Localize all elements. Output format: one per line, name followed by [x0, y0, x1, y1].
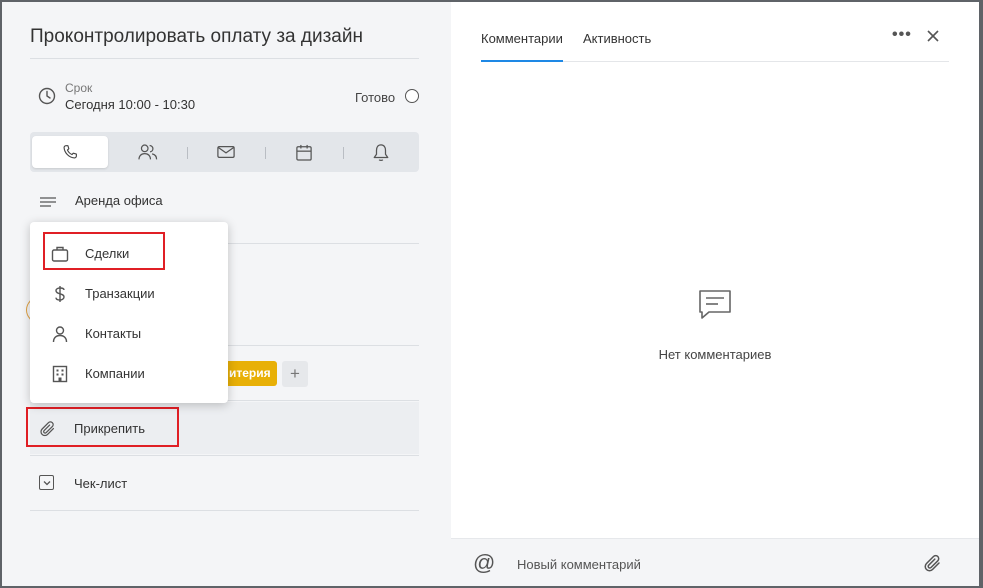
menu-item-label: Компании	[85, 366, 145, 381]
done-label: Готово	[355, 90, 396, 105]
phone-icon	[63, 145, 77, 159]
person-icon	[52, 326, 68, 343]
type-tab-reminder[interactable]	[344, 136, 417, 168]
text-lines-icon	[40, 197, 56, 207]
mention-icon[interactable]: @	[473, 550, 495, 576]
menu-item-label: Контакты	[85, 326, 142, 341]
comments-panel: Комментарии Активность ••• Нет комментар…	[451, 2, 979, 586]
calendar-icon	[296, 144, 312, 161]
divider	[30, 455, 419, 456]
type-tab-email[interactable]	[188, 136, 264, 168]
tab-comments[interactable]: Комментарии	[481, 31, 563, 46]
highlight-box	[43, 232, 165, 270]
menu-item-contacts[interactable]: Контакты	[30, 314, 228, 354]
task-title[interactable]: Проконтролировать оплату за дизайн	[30, 26, 363, 48]
empty-state-text: Нет комментариев	[658, 347, 772, 362]
task-type-selector	[30, 132, 419, 172]
bell-icon	[373, 143, 388, 161]
people-icon	[138, 144, 158, 160]
type-tab-meeting[interactable]	[110, 136, 186, 168]
tab-activity[interactable]: Активность	[583, 31, 651, 46]
menu-item-transactions[interactable]: Транзакции	[30, 274, 228, 314]
divider	[30, 510, 419, 511]
task-details-panel: Проконтролировать оплату за дизайн Срок …	[2, 2, 451, 586]
building-icon	[52, 365, 68, 383]
due-value[interactable]: Сегодня 10:00 - 10:30	[65, 97, 195, 112]
checklist-icon	[39, 475, 54, 490]
clock-icon	[38, 87, 56, 105]
task-description[interactable]: Аренда офиса	[75, 193, 163, 208]
menu-item-companies[interactable]: Компании	[30, 354, 228, 394]
due-label: Срок	[65, 81, 93, 95]
checklist-button[interactable]: Чек-лист	[74, 476, 127, 491]
dollar-icon	[55, 286, 65, 302]
comment-icon	[699, 290, 731, 319]
highlight-box	[26, 407, 179, 447]
menu-item-label: Транзакции	[85, 286, 155, 301]
type-tab-event[interactable]	[266, 136, 342, 168]
comment-input[interactable]	[517, 553, 897, 575]
divider	[30, 58, 419, 59]
active-tab-indicator	[481, 60, 563, 62]
mail-icon	[217, 145, 235, 159]
task-modal: Проконтролировать оплату за дизайн Срок …	[2, 2, 979, 586]
more-options-icon[interactable]: •••	[892, 27, 912, 46]
close-icon[interactable]	[925, 28, 941, 44]
comment-composer: @	[451, 538, 979, 586]
done-checkbox[interactable]	[405, 89, 419, 103]
add-tag-button[interactable]: +	[282, 361, 308, 387]
paperclip-icon[interactable]	[923, 553, 943, 575]
type-tab-call[interactable]	[32, 136, 108, 168]
